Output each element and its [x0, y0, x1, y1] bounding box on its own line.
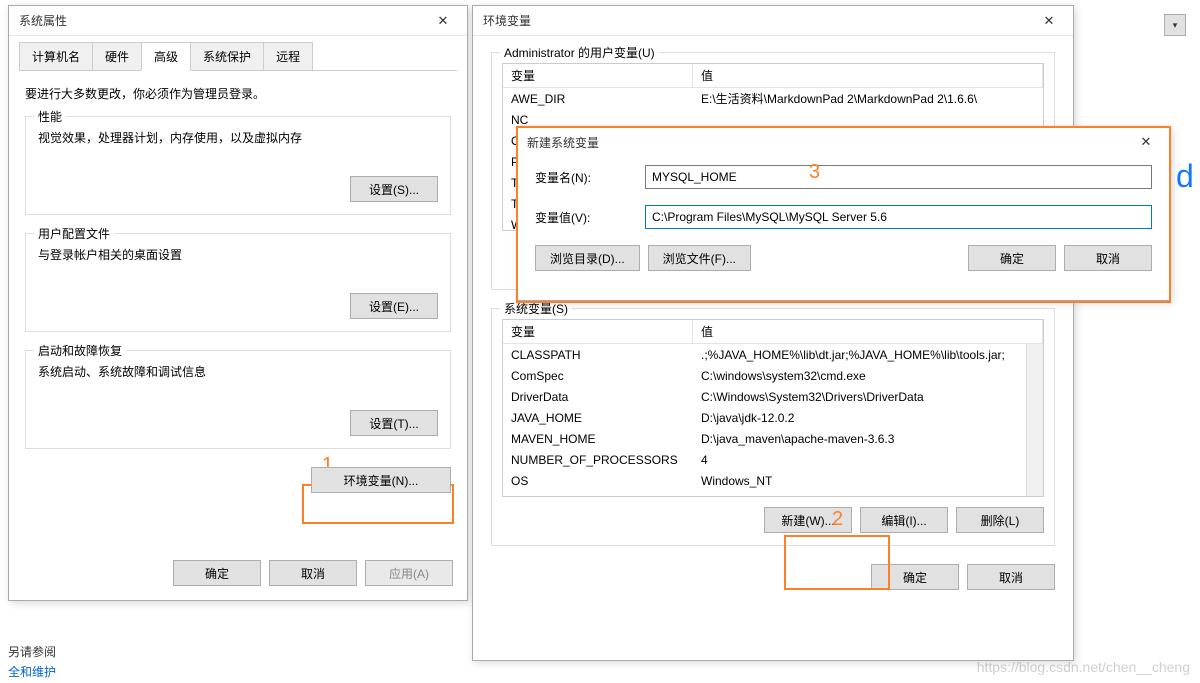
startup-recovery-desc: 系统启动、系统故障和调试信息	[38, 363, 438, 380]
browse-directory-button[interactable]: 浏览目录(D)...	[535, 245, 640, 271]
table-row[interactable]: AWE_DIRE:\生活资料\MarkdownPad 2\MarkdownPad…	[503, 88, 1043, 109]
envvars-title: 环境变量	[483, 12, 531, 29]
sysprops-title: 系统属性	[19, 12, 67, 29]
bg-partial-letter: d	[1176, 158, 1200, 195]
tab-computer-name[interactable]: 计算机名	[19, 42, 93, 71]
table-row[interactable]: JAVA_HOMED:\java\jdk-12.0.2	[503, 407, 1043, 428]
environment-variables-dialog: 环境变量 ✕ Administrator 的用户变量(U) 变量 值 AWE_D…	[472, 5, 1074, 661]
table-row[interactable]: DriverDataC:\Windows\System32\Drivers\Dr…	[503, 386, 1043, 407]
user-profiles-legend: 用户配置文件	[34, 225, 114, 242]
sys-col-var[interactable]: 变量	[503, 320, 693, 343]
envvars-cancel-button[interactable]: 取消	[967, 564, 1055, 590]
admin-note: 要进行大多数更改，你必须作为管理员登录。	[25, 85, 451, 102]
var-name-input[interactable]	[645, 165, 1152, 189]
table-row[interactable]: MAVEN_HOMED:\java_maven\apache-maven-3.6…	[503, 428, 1043, 449]
sysprops-bottom-buttons: 确定 取消 应用(A)	[173, 560, 453, 586]
performance-settings-button[interactable]: 设置(S)...	[350, 176, 438, 202]
user-vars-legend: Administrator 的用户变量(U)	[500, 44, 659, 61]
see-also-label: 另请参阅	[8, 643, 56, 660]
browse-file-button[interactable]: 浏览文件(F)...	[648, 245, 751, 271]
startup-recovery-settings-button[interactable]: 设置(T)...	[350, 410, 438, 436]
newvar-ok-button[interactable]: 确定	[968, 245, 1056, 271]
sys-col-val[interactable]: 值	[693, 320, 1043, 343]
user-col-var[interactable]: 变量	[503, 64, 693, 87]
user-profiles-group: 用户配置文件 与登录帐户相关的桌面设置 设置(E)...	[25, 233, 451, 332]
table-row[interactable]: ComSpecC:\windows\system32\cmd.exe	[503, 365, 1043, 386]
newvar-titlebar: 新建系统变量 ✕	[517, 127, 1170, 157]
sys-vars-group: 系统变量(S) 变量 值 CLASSPATH.;%JAVA_HOME%\lib\…	[491, 308, 1055, 546]
startup-recovery-group: 启动和故障恢复 系统启动、系统故障和调试信息 设置(T)...	[25, 350, 451, 449]
tab-advanced-body: 要进行大多数更改，你必须作为管理员登录。 性能 视觉效果，处理器计划，内存使用，…	[19, 70, 457, 493]
sysprops-titlebar: 系统属性 ✕	[9, 6, 467, 36]
tab-advanced[interactable]: 高级	[141, 42, 191, 71]
tab-hardware[interactable]: 硬件	[92, 42, 142, 71]
watermark-text: https://blog.csdn.net/chen__cheng	[977, 659, 1190, 675]
sysprops-cancel-button[interactable]: 取消	[269, 560, 357, 586]
envvars-ok-button[interactable]: 确定	[871, 564, 959, 590]
tab-system-protection[interactable]: 系统保护	[190, 42, 264, 71]
sysprops-tabs: 计算机名 硬件 高级 系统保护 远程	[9, 36, 467, 71]
table-row[interactable]: NUMBER_OF_PROCESSORS4	[503, 449, 1043, 470]
close-icon[interactable]: ✕	[427, 9, 459, 33]
user-col-val[interactable]: 值	[693, 64, 1043, 87]
performance-desc: 视觉效果，处理器计划，内存使用，以及虚拟内存	[38, 129, 438, 146]
performance-legend: 性能	[34, 108, 66, 125]
startup-recovery-legend: 启动和故障恢复	[34, 342, 126, 359]
user-profiles-settings-button[interactable]: 设置(E)...	[350, 293, 438, 319]
var-name-label: 变量名(N):	[535, 169, 645, 186]
close-icon[interactable]: ✕	[1033, 9, 1065, 33]
system-properties-dialog: 系统属性 ✕ 计算机名 硬件 高级 系统保护 远程 要进行大多数更改，你必须作为…	[8, 5, 468, 601]
sys-new-button[interactable]: 新建(W)...	[764, 507, 852, 533]
newvar-title: 新建系统变量	[527, 134, 599, 151]
var-value-input[interactable]	[645, 205, 1152, 229]
performance-group: 性能 视觉效果，处理器计划，内存使用，以及虚拟内存 设置(S)...	[25, 116, 451, 215]
envvars-titlebar: 环境变量 ✕	[473, 6, 1073, 36]
var-value-label: 变量值(V):	[535, 209, 645, 226]
scrollbar[interactable]	[1026, 344, 1043, 496]
newvar-cancel-button[interactable]: 取消	[1064, 245, 1152, 271]
sysprops-ok-button[interactable]: 确定	[173, 560, 261, 586]
sys-vars-legend: 系统变量(S)	[500, 300, 572, 317]
table-row[interactable]: CLASSPATH.;%JAVA_HOME%\lib\dt.jar;%JAVA_…	[503, 344, 1043, 365]
sys-edit-button[interactable]: 编辑(I)...	[860, 507, 948, 533]
environment-variables-button[interactable]: 环境变量(N)...	[311, 467, 451, 493]
bg-dropdown-chevron[interactable]: ▾	[1164, 14, 1186, 36]
sys-vars-table[interactable]: 变量 值 CLASSPATH.;%JAVA_HOME%\lib\dt.jar;%…	[502, 319, 1044, 497]
sys-delete-button[interactable]: 删除(L)	[956, 507, 1044, 533]
close-icon[interactable]: ✕	[1130, 130, 1162, 154]
new-system-variable-dialog: 新建系统变量 ✕ 变量名(N): 变量值(V): 浏览目录(D)... 浏览文件…	[516, 126, 1171, 301]
security-maintenance-link[interactable]: 全和维护	[8, 663, 56, 680]
table-row[interactable]: OSWindows_NT	[503, 470, 1043, 491]
tab-remote[interactable]: 远程	[263, 42, 313, 71]
user-profiles-desc: 与登录帐户相关的桌面设置	[38, 246, 438, 263]
sysprops-apply-button[interactable]: 应用(A)	[365, 560, 453, 586]
